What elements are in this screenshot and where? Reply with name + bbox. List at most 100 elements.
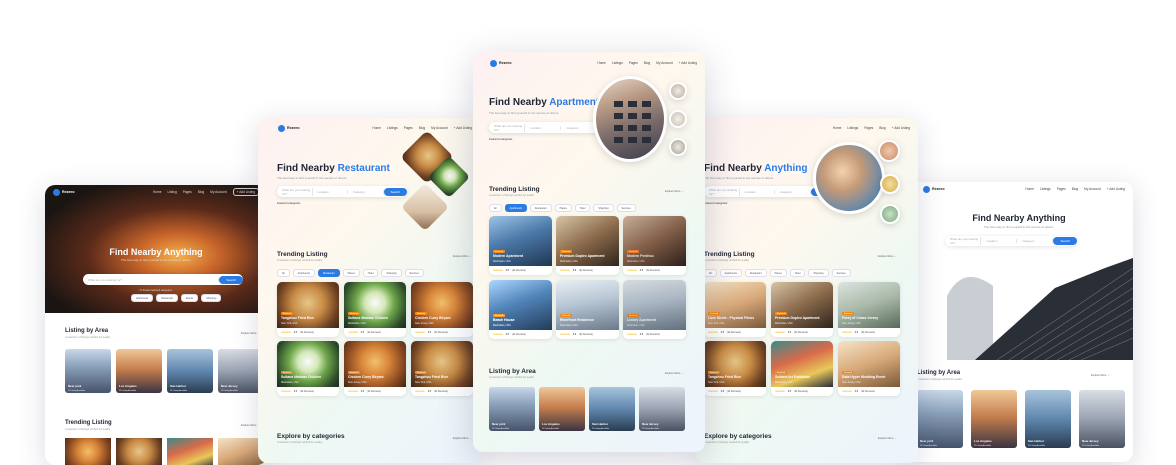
- explore-more-link[interactable]: Explore More →: [241, 332, 260, 335]
- listing-card[interactable]: Featured Riverfront Residence Manhattan, U…: [556, 280, 619, 339]
- explore-more-link[interactable]: Explore More →: [665, 372, 684, 375]
- filter-tab[interactable]: Restaurant: [529, 204, 552, 212]
- explore-more-link[interactable]: Explore More →: [241, 424, 260, 427]
- nav-listing[interactable]: Listing: [168, 190, 177, 194]
- area-card[interactable]: San Harbor 20 Listing Available: [589, 387, 635, 431]
- nav-pages[interactable]: Pages: [1057, 187, 1066, 191]
- nav-account[interactable]: My Account: [210, 190, 226, 194]
- nav-account[interactable]: My Account: [1084, 187, 1100, 191]
- chip[interactable]: Shopping: [201, 294, 222, 302]
- filter-tab[interactable]: All: [704, 269, 717, 277]
- listing-card[interactable]: Featured Tangzhou Fried Rice New York, USA…: [704, 341, 766, 396]
- filter-tab[interactable]: Shopping: [381, 269, 402, 277]
- search-input[interactable]: What are you looking for?: [277, 187, 313, 196]
- explore-more-link[interactable]: Explore More →: [453, 255, 472, 258]
- listing-card[interactable]: Featured Sultana Malabar Chicken Manhattan…: [344, 282, 406, 337]
- listing-card[interactable]: Featured Modern Apartment Manhattan, USA ★★…: [489, 216, 552, 275]
- add-listing-button[interactable]: + Add Listing: [232, 188, 259, 196]
- area-card[interactable]: San Harbor 20 Listing Available: [1025, 390, 1071, 448]
- filter-tab[interactable]: Hotel: [362, 269, 379, 277]
- filter-tab[interactable]: Places: [342, 269, 360, 277]
- listing-card[interactable]: Featured Modern Penthou Manhattan, USA ★★★★…: [623, 216, 686, 275]
- listing-card[interactable]: Featured Tangzhou Fried Rice New York, USA…: [411, 341, 473, 396]
- listing-card[interactable]: Featured Sultana Art Exhibition Manhattan,…: [771, 341, 833, 396]
- nav-home[interactable]: Home: [153, 190, 162, 194]
- filter-tab[interactable]: Services: [404, 269, 424, 277]
- area-card[interactable]: Los Angeles 20 Listing Available: [971, 390, 1017, 448]
- area-card[interactable]: San Harbor 20 Listing Available: [167, 349, 213, 393]
- filter-tab[interactable]: Apartments: [292, 269, 315, 277]
- listing-card[interactable]: Featured Luxe Street - Physical Fitnes New…: [704, 282, 766, 337]
- filter-tab[interactable]: Places: [554, 204, 572, 212]
- filter-tab-active[interactable]: Apartments: [504, 204, 527, 212]
- category-select[interactable]: Category: [348, 189, 384, 194]
- listing-card[interactable]: Featured Tangzhou Fried Rice New York, USA…: [277, 282, 339, 337]
- explore-more-link[interactable]: Explore More →: [878, 437, 897, 440]
- filter-tab[interactable]: Shopping: [808, 269, 829, 277]
- listing-card[interactable]: Featured Premium Duplex Apartment Manhatta…: [771, 282, 833, 337]
- nav-pages[interactable]: Pages: [629, 61, 638, 65]
- nav-listings[interactable]: Listings: [847, 126, 858, 130]
- location-select[interactable]: Location: [525, 125, 562, 130]
- add-listing-button[interactable]: + Add Listing: [454, 126, 472, 130]
- filter-tab[interactable]: All: [277, 269, 290, 277]
- nav-listings[interactable]: Listings: [612, 61, 623, 65]
- add-listing-button[interactable]: + Add Listing: [679, 61, 697, 65]
- area-card[interactable]: New york 20 Listing Available: [489, 387, 535, 431]
- explore-more-link[interactable]: Explore More →: [453, 437, 472, 440]
- listing-card[interactable]: Featured Beach House Manhattan, USA ★★★★★ 4.…: [489, 280, 552, 339]
- area-card[interactable]: Los Angeles 20 Listing Available: [116, 349, 162, 393]
- search-input[interactable]: What are you looking for?: [704, 187, 740, 196]
- add-listing-button[interactable]: + Add Listing: [1107, 187, 1125, 191]
- search-button[interactable]: Search: [219, 275, 243, 284]
- nav-pages[interactable]: Pages: [864, 126, 873, 130]
- nav-blog[interactable]: Blog: [1072, 187, 1078, 191]
- explore-more-link[interactable]: Explore More →: [878, 255, 897, 258]
- chip[interactable]: Events: [180, 294, 199, 302]
- area-card[interactable]: New Jersey 20 Listing Available: [1079, 390, 1125, 448]
- area-card[interactable]: New Jersey 20 Listing Available: [639, 387, 685, 431]
- trending-card-peek[interactable]: [65, 438, 111, 465]
- nav-pages[interactable]: Pages: [404, 126, 413, 130]
- search-input[interactable]: What are you looking for?: [489, 123, 526, 132]
- add-listing-button[interactable]: + Add Listing: [892, 126, 910, 130]
- listing-card[interactable]: Featured Sultana Malabar Chicken Manhattan…: [277, 341, 339, 396]
- category-select[interactable]: Category: [561, 125, 598, 130]
- area-card[interactable]: New york 20 Listing Available: [65, 349, 111, 393]
- filter-tab[interactable]: Hotel: [574, 204, 591, 212]
- nav-home[interactable]: Home: [1025, 187, 1034, 191]
- area-card[interactable]: New york 20 Listing Available: [917, 390, 963, 448]
- nav-blog[interactable]: Blog: [879, 126, 885, 130]
- filter-tab[interactable]: Services: [616, 204, 636, 212]
- logo[interactable]: Rezeeo: [490, 59, 512, 67]
- trending-card-peek[interactable]: [116, 438, 162, 465]
- listing-card[interactable]: Featured Luxury Apartment Manhattan, USA ★★…: [623, 280, 686, 339]
- search-button[interactable]: Search: [1053, 237, 1077, 245]
- nav-home[interactable]: Home: [597, 61, 606, 65]
- listing-card[interactable]: Featured Premium Duplex Apartment Manhatta…: [556, 216, 619, 275]
- location-select[interactable]: Location: [740, 189, 775, 194]
- search-input[interactable]: What are you looking for?: [83, 277, 220, 282]
- location-select[interactable]: Location: [313, 189, 348, 194]
- listing-card[interactable]: Featured Forey of Chase Jersey New Jersey,…: [838, 282, 900, 337]
- logo[interactable]: Rezeeo: [923, 185, 945, 193]
- explore-more-link[interactable]: Explore More →: [665, 190, 684, 193]
- listing-card[interactable]: Featured Chicken Curry Biryani New Jersey,…: [411, 282, 473, 337]
- listing-card[interactable]: Featured Data Hyper Wedding Event New Jers…: [838, 341, 900, 396]
- nav-listings[interactable]: Listings: [387, 126, 398, 130]
- filter-tab[interactable]: Places: [769, 269, 787, 277]
- logo[interactable]: Rezeeo: [278, 124, 300, 132]
- nav-blog[interactable]: Blog: [419, 126, 425, 130]
- trending-card-peek[interactable]: [167, 438, 213, 465]
- search-input[interactable]: What are you looking for?: [945, 237, 982, 245]
- nav-account[interactable]: My Account: [656, 61, 672, 65]
- nav-pages[interactable]: Pages: [183, 190, 192, 194]
- category-select[interactable]: Category: [1017, 239, 1054, 243]
- area-card[interactable]: Los Angeles 20 Listing Available: [539, 387, 585, 431]
- nav-blog[interactable]: Blog: [198, 190, 204, 194]
- search-button[interactable]: Search: [383, 187, 408, 196]
- nav-account[interactable]: My Account: [431, 126, 447, 130]
- filter-tab[interactable]: Restaurant: [744, 269, 767, 277]
- nav-listings[interactable]: Listings: [1040, 187, 1051, 191]
- filter-tab[interactable]: Services: [831, 269, 851, 277]
